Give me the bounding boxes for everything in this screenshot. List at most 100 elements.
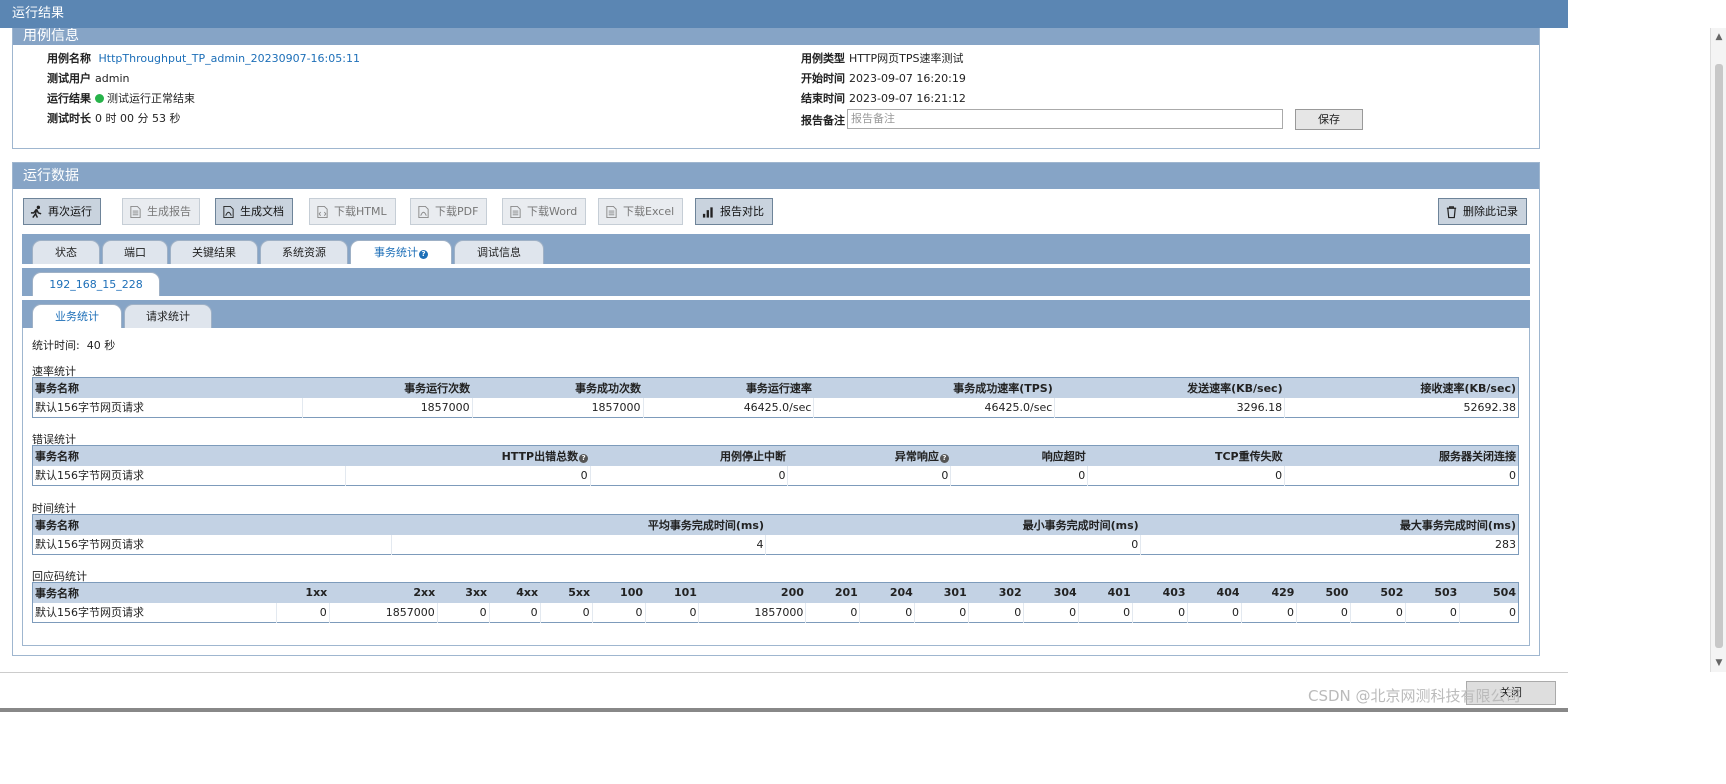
test-user-value: admin [95,72,130,85]
stat-time-label: 统计时间: [32,339,80,352]
column-header: 用例停止中断 [590,445,788,466]
column-header: 3xx [437,582,490,603]
report-note-input[interactable]: 报告备注 [847,109,1283,129]
column-header-label: 301 [943,586,967,600]
column-header: 401 [1078,582,1133,603]
column-header-label: 事务名称 [35,381,79,395]
column-header-label: 事务名称 [35,586,79,600]
value-cell: 0 [437,602,490,623]
scroll-up-icon[interactable]: ▲ [1711,30,1726,44]
bottom-border [0,708,1568,712]
column-header-label: TCP重传失败 [1214,449,1283,463]
ip-tab-bar: 192_168_15_228 [22,268,1530,296]
delete-record-label: 删除此记录 [1463,205,1518,218]
compare-report-button[interactable]: 报告对比 [695,198,773,225]
help-icon[interactable]: ? [939,453,949,463]
column-header-label: 响应超时 [1041,449,1086,463]
gen-doc-button[interactable]: 生成文档 [215,198,293,225]
html-file-icon [317,205,328,218]
help-icon[interactable]: ? [579,453,589,463]
stat-time-value: 40 秒 [86,339,116,352]
value-cell: 0 [805,602,861,623]
case-info-header: 用例信息 [13,28,1539,45]
tab-business-stats[interactable]: 业务统计 [32,304,122,328]
download-excel-label: 下载Excel [623,205,675,218]
tab-ip[interactable]: 192_168_15_228 [32,272,160,296]
case-name-link[interactable]: HttpThroughput_TP_admin_20230907-16:05:1… [99,52,360,65]
start-time-value: 2023-09-07 16:20:19 [849,72,966,85]
value-cell: 0 [1023,602,1080,623]
value-cell: 0 [914,602,970,623]
column-header-label: 接收速率(KB/sec) [1420,381,1516,395]
download-html-button[interactable]: 下载HTML [309,198,396,225]
case-info-panel: 用例信息 用例名称 HttpThroughput_TP_admin_202309… [12,28,1540,149]
table-row: 默认156字节网页请求 0 0 0 0 0 0 [32,465,1519,486]
word-file-icon [510,205,521,218]
tab-transaction-stats[interactable]: 事务统计? [350,240,452,264]
case-type-value: HTTP网页TPS速率测试 [849,52,964,65]
value-cell: 283 [1495,537,1516,551]
tab-port[interactable]: 端口 [102,240,168,264]
tab-system-resources[interactable]: 系统资源 [260,240,348,264]
window-title: 运行结果 [0,0,1568,28]
help-icon[interactable]: ? [419,250,428,259]
scroll-down-icon[interactable]: ▼ [1711,656,1726,670]
main-tab-bar: 状态 端口 关键结果 系统资源 事务统计? 调试信息 [22,234,1530,264]
value-cell: 0 [765,534,1142,555]
column-header-label: 1xx [305,586,328,600]
run-result-value: 测试运行正常结束 [107,92,195,105]
scroll-area: 用例信息 用例名称 HttpThroughput_TP_admin_202309… [0,28,1568,672]
download-pdf-button[interactable]: 下载PDF [410,198,488,225]
column-header: 503 [1405,582,1460,603]
value-cell: 46425.0/sec [643,397,815,418]
column-header: 事务名称 [32,514,392,535]
download-excel-button[interactable]: 下载Excel [598,198,684,225]
download-word-label: 下载Word [527,205,578,218]
tab-request-stats[interactable]: 请求统计 [124,304,212,328]
value-cell: 0 [540,602,593,623]
column-header-label: 500 [1325,586,1349,600]
tab-transaction-stats-label: 事务统计 [374,246,418,259]
column-header: 100 [592,582,646,603]
run-result-label: 运行结果 [47,92,91,105]
column-header-label: 204 [889,586,913,600]
scroll-thumb[interactable] [1715,64,1723,648]
column-header: TCP重传失败 [1087,445,1285,466]
column-header: 接收速率(KB/sec) [1284,377,1519,398]
value-cell: 0 [1241,602,1297,623]
tab-key-results[interactable]: 关键结果 [170,240,258,264]
status-ok-icon [95,94,104,103]
duration-row: 测试时长 0 时 00 分 53 秒 [47,112,180,126]
trash-icon [1446,205,1457,218]
delete-record-button[interactable]: 删除此记录 [1438,198,1527,225]
column-header: 403 [1132,582,1188,603]
value-cell: 1857000 [329,602,438,623]
tab-debug-info[interactable]: 调试信息 [454,240,544,264]
running-man-icon [30,205,42,218]
column-header: HTTP出错总数? [345,445,591,466]
value-cell: 3296.18 [1054,397,1286,418]
rate-stats-table: 事务名称 事务运行次数 事务成功次数 事务运行速率 事务成功速率(TPS) 发送速率(KB… [32,377,1519,418]
stat-time: 统计时间: 40 秒 [32,337,115,353]
download-word-button[interactable]: 下载Word [502,198,587,225]
vertical-scrollbar[interactable]: ▲ ▼ [1710,28,1726,672]
value-cell: 0 [787,465,952,486]
gen-report-button[interactable]: 生成报告 [122,198,200,225]
value-cell: 0 [950,465,1089,486]
end-time-row: 结束时间 2023-09-07 16:21:12 [801,92,966,106]
rerun-button[interactable]: 再次运行 [23,198,101,225]
column-header: 最小事务完成时间(ms) [765,514,1141,535]
column-header: 最大事务完成时间(ms) [1140,514,1519,535]
table-header-row: 事务名称 平均事务完成时间(ms) 最小事务完成时间(ms) 最大事务完成时间(ms) [32,514,1519,535]
column-header-label: 302 [998,586,1022,600]
tab-status[interactable]: 状态 [32,240,100,264]
column-header: 服务器关闭连接 [1284,445,1519,466]
report-note-label: 报告备注 [801,114,845,127]
rerun-label: 再次运行 [48,205,92,218]
value-cell: 0 [1350,602,1406,623]
value-cell: 0 [968,602,1025,623]
save-button[interactable]: 保存 [1295,109,1363,130]
column-header-label: 事务运行速率 [745,381,812,395]
bar-chart-icon [702,206,713,218]
value-cell: 0 [1078,602,1134,623]
